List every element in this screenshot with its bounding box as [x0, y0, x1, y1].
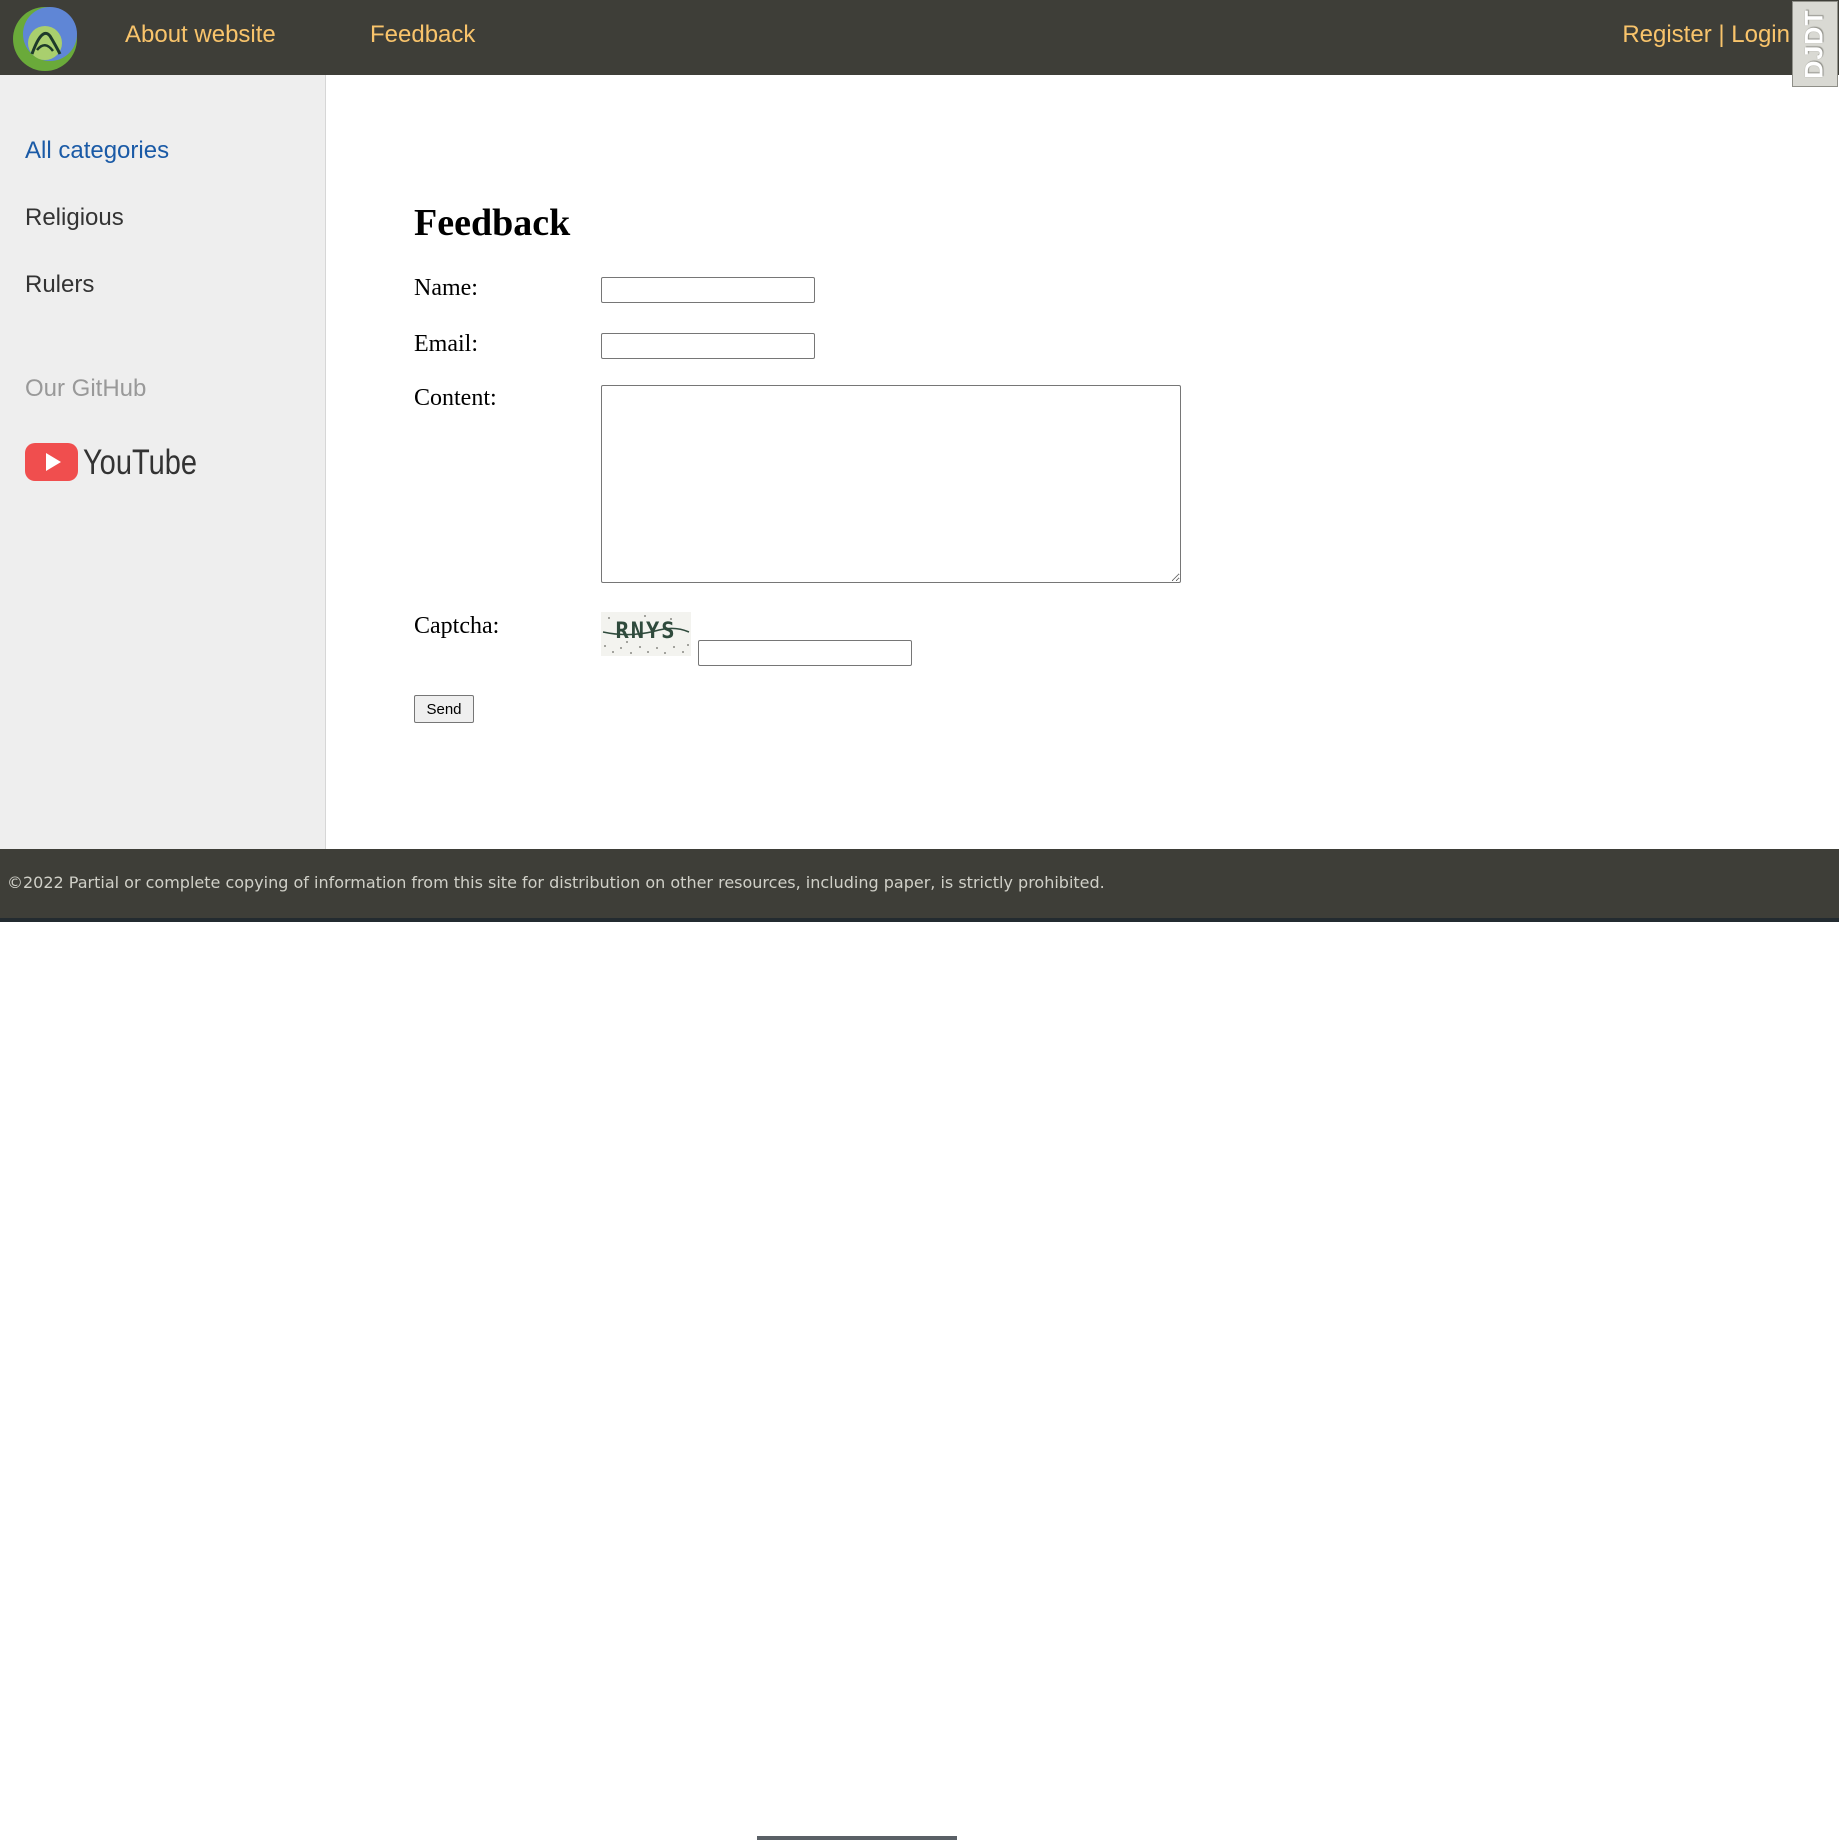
name-field[interactable] [601, 277, 815, 303]
top-navbar: About website Feedback Register | Login … [0, 0, 1839, 87]
sidebar: All categories Religious Rulers Our GitH… [0, 75, 326, 849]
send-button[interactable]: Send [414, 695, 474, 723]
login-link[interactable]: Login [1731, 21, 1790, 48]
scrollbar-thumb[interactable] [757, 1836, 957, 1840]
youtube-wordmark: YouTube [83, 443, 197, 482]
sidebar-item-all-categories[interactable]: All categories [25, 137, 169, 165]
nav-about-website[interactable]: About website [125, 21, 276, 49]
nav-feedback[interactable]: Feedback [370, 21, 475, 49]
auth-links: Register | Login [1622, 21, 1790, 49]
site-logo[interactable] [12, 6, 78, 72]
copyright-text: ©2022 Partial or complete copying of inf… [7, 873, 1105, 892]
captcha-input[interactable] [698, 640, 912, 666]
captcha-text: RNYS [616, 619, 677, 644]
auth-separator: | [1718, 21, 1725, 48]
horizontal-scrollbar[interactable] [0, 918, 1839, 1840]
email-field[interactable] [601, 333, 815, 359]
sidebar-item-rulers[interactable]: Rulers [25, 271, 94, 299]
captcha-image[interactable]: RNYS [601, 612, 691, 656]
youtube-link[interactable]: YouTube [25, 439, 200, 485]
footer: ©2022 Partial or complete copying of inf… [0, 849, 1839, 918]
main-content: Feedback Name: Email: Content: Captcha: … [326, 75, 1839, 849]
email-label: Email: [414, 331, 478, 357]
page-title: Feedback [414, 202, 571, 244]
github-link[interactable]: Our GitHub [25, 375, 146, 403]
register-link[interactable]: Register [1622, 21, 1711, 48]
name-label: Name: [414, 275, 478, 301]
content-label: Content: [414, 385, 497, 411]
sidebar-item-religious[interactable]: Religious [25, 204, 124, 232]
captcha-label: Captcha: [414, 613, 500, 639]
debug-toolbar-label: DJDT [1800, 9, 1829, 79]
content-textarea[interactable] [601, 385, 1181, 583]
